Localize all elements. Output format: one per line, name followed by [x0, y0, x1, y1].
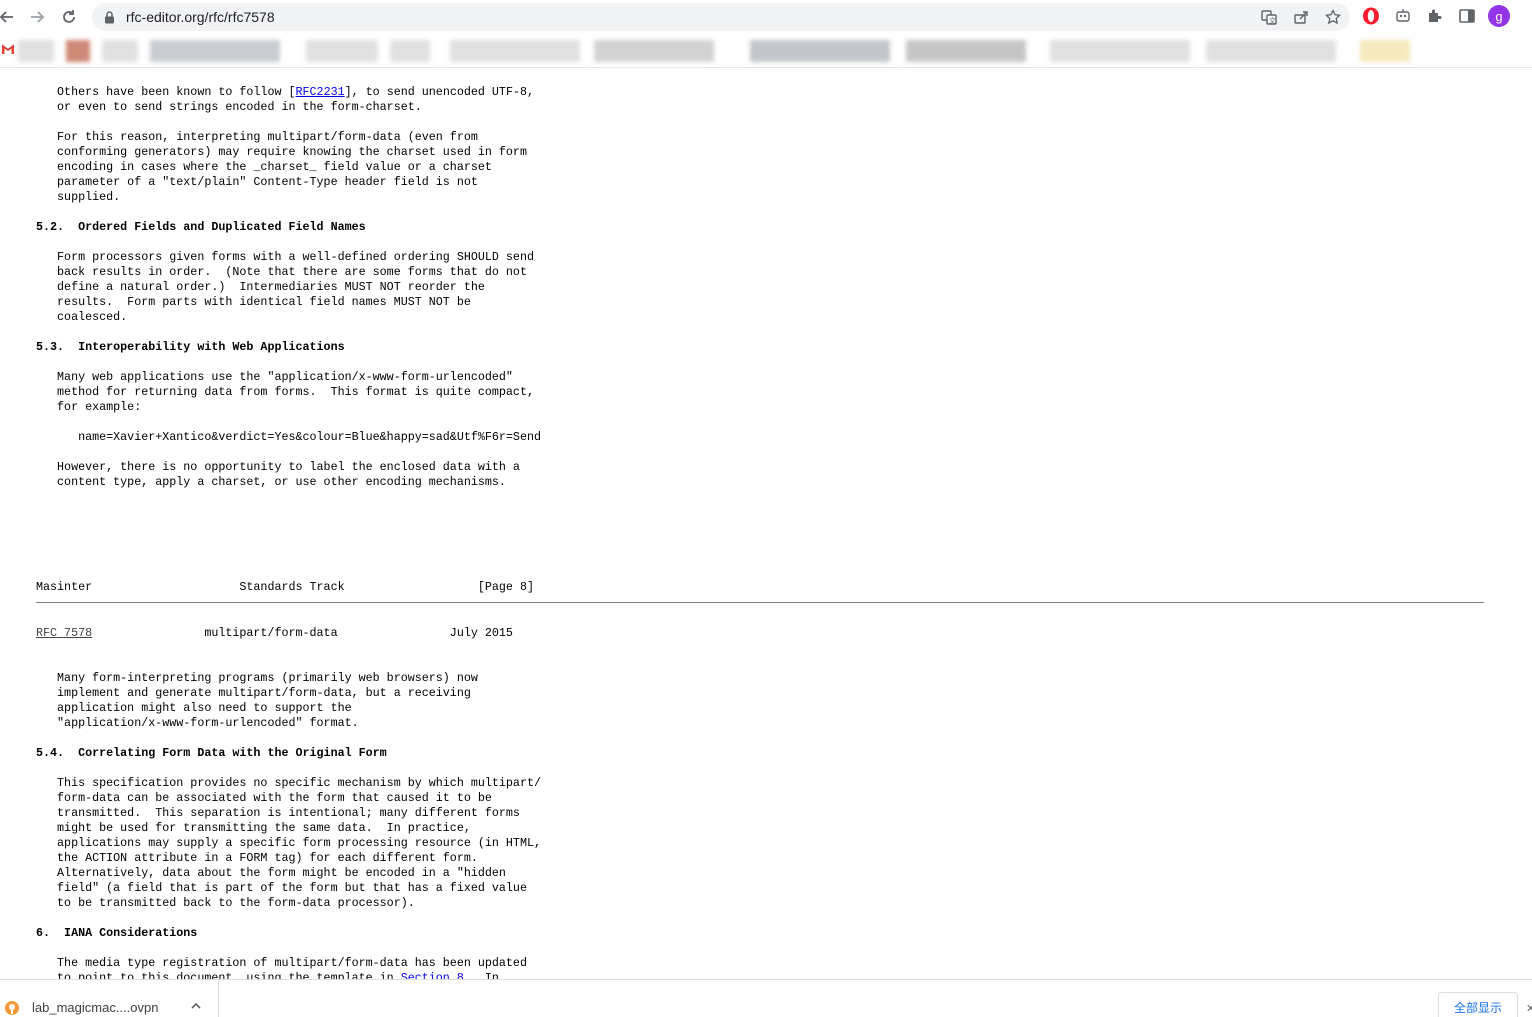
- bookmark-item[interactable]: [1050, 40, 1190, 62]
- section-5-4-heading: 5.4. Correlating Form Data with the Orig…: [36, 746, 387, 760]
- bookmark-item[interactable]: [102, 40, 138, 62]
- bookmarks-bar: [0, 34, 1532, 68]
- page-break-rule: [36, 602, 1484, 603]
- arrow-right-icon: [31, 11, 45, 23]
- download-item[interactable]: lab_magicmac....ovpn: [0, 980, 219, 1017]
- extensions-puzzle-icon[interactable]: [1424, 5, 1446, 27]
- forward-button[interactable]: [22, 2, 52, 32]
- show-all-downloads-button[interactable]: 全部显示: [1438, 992, 1518, 1017]
- download-bar: lab_magicmac....ovpn 全部显示 ✕: [0, 979, 1532, 1017]
- section-6-heading: 6. IANA Considerations: [36, 926, 198, 940]
- lock-icon[interactable]: [102, 10, 116, 24]
- reload-icon: [63, 10, 75, 23]
- section-6-body: The media type registration of multipart…: [36, 956, 527, 979]
- address-bar[interactable]: rfc-editor.org/rfc/rfc7578 文: [92, 3, 1350, 31]
- section-8-link[interactable]: Section 8: [401, 971, 464, 979]
- section-5-2-body: Form processors given forms with a well-…: [57, 250, 534, 324]
- bookmark-item[interactable]: [906, 40, 1026, 62]
- reload-button[interactable]: [54, 2, 84, 32]
- page-header: RFC 7578 multipart/form-data July 2015: [36, 626, 513, 640]
- page-footer: Masinter Standards Track [Page 8]: [36, 580, 534, 594]
- paragraph-charset: For this reason, interpreting multipart/…: [57, 130, 527, 204]
- bookmark-star-icon[interactable]: [1324, 8, 1342, 26]
- svg-text:文: 文: [1269, 16, 1276, 25]
- urlencoded-example: name=Xavier+Xantico&verdict=Yes&colour=B…: [36, 430, 541, 444]
- file-icon: [5, 1001, 19, 1015]
- browser-toolbar: rfc-editor.org/rfc/rfc7578 文 g: [0, 0, 1532, 34]
- section-5-3-continued: Many form-interpreting programs (primari…: [57, 671, 478, 730]
- bookmark-item[interactable]: [150, 40, 280, 62]
- rfc7578-link[interactable]: RFC 7578: [36, 626, 92, 640]
- bookmark-item[interactable]: [1360, 40, 1410, 62]
- bookmark-item[interactable]: [594, 40, 714, 62]
- section-5-3-body: Many web applications use the "applicati…: [57, 370, 534, 414]
- bookmark-item[interactable]: [66, 40, 90, 62]
- rfc2231-link[interactable]: RFC2231: [296, 85, 345, 99]
- extension-robot-icon[interactable]: [1392, 5, 1414, 27]
- rfc-document: Others have been known to follow [RFC223…: [0, 68, 1532, 979]
- section-5-3-heading: 5.3. Interoperability with Web Applicati…: [36, 340, 345, 354]
- gmail-icon[interactable]: [1, 42, 15, 56]
- download-file-name[interactable]: lab_magicmac....ovpn: [32, 1000, 158, 1015]
- bookmark-item[interactable]: [1206, 40, 1336, 62]
- bookmark-item[interactable]: [750, 40, 890, 62]
- url-text[interactable]: rfc-editor.org/rfc/rfc7578: [126, 9, 275, 25]
- paragraph-rfc2231: Others have been known to follow [RFC223…: [36, 85, 534, 114]
- bookmark-item[interactable]: [390, 40, 430, 62]
- opera-extension-icon[interactable]: [1360, 5, 1382, 27]
- arrow-left-icon: [0, 11, 13, 23]
- profile-avatar[interactable]: g: [1488, 5, 1510, 27]
- section-5-3-body-2: However, there is no opportunity to labe…: [57, 460, 520, 489]
- translate-icon[interactable]: 文: [1260, 8, 1278, 26]
- bookmark-item[interactable]: [306, 40, 378, 62]
- back-button[interactable]: [0, 2, 22, 32]
- section-5-4-body: This specification provides no specific …: [57, 776, 541, 910]
- side-panel-icon[interactable]: [1456, 5, 1478, 27]
- bookmark-item[interactable]: [450, 40, 580, 62]
- share-icon[interactable]: [1292, 8, 1310, 26]
- section-5-2-heading: 5.2. Ordered Fields and Duplicated Field…: [36, 220, 366, 234]
- chevron-up-icon[interactable]: [190, 1000, 202, 1012]
- bookmark-item[interactable]: [18, 40, 54, 62]
- close-icon[interactable]: ✕: [1526, 1002, 1532, 1015]
